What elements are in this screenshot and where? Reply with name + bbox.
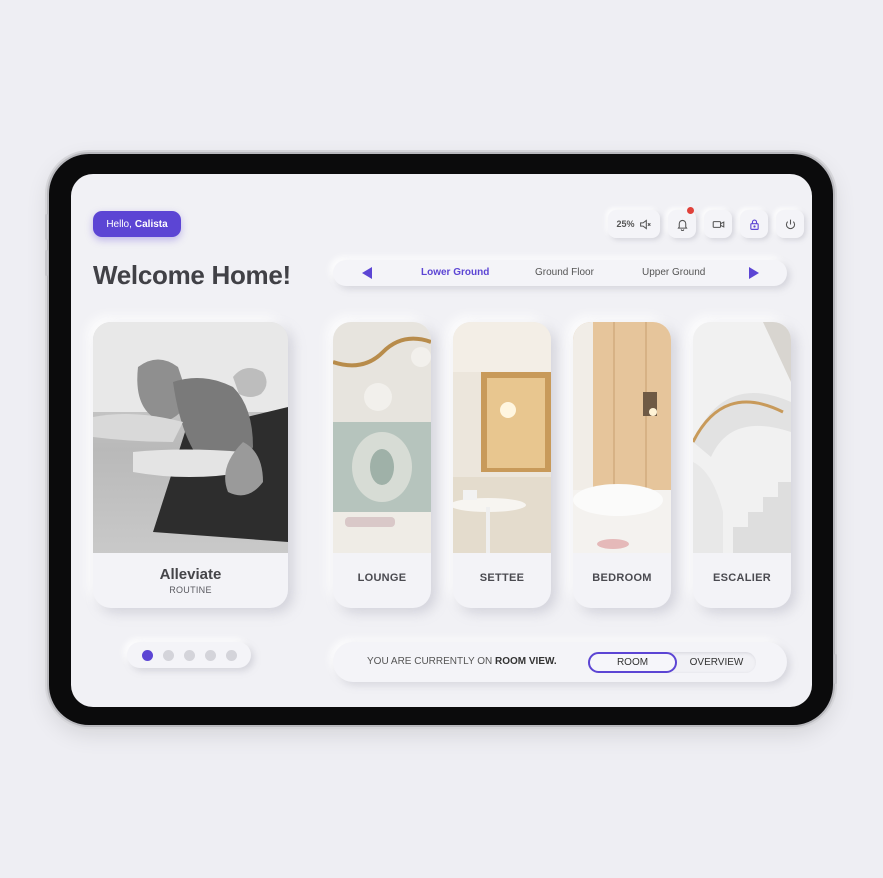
floor-lower-ground[interactable]: Lower Ground — [421, 267, 489, 278]
bell-icon — [676, 219, 688, 231]
lounge-photo — [333, 322, 431, 553]
room-label: LOUNGE — [357, 572, 407, 584]
video-camera-icon — [712, 220, 724, 228]
greeting-prefix: Hello, — [106, 218, 132, 230]
carousel-dot[interactable] — [183, 649, 195, 661]
carousel-dot[interactable] — [225, 649, 237, 661]
volume-button[interactable]: 25% — [608, 210, 660, 238]
top-controls: 25% — [608, 207, 804, 238]
view-toggle: ROOM OVERVIEW — [588, 652, 756, 673]
room-card-settee[interactable]: SETTEE — [453, 322, 551, 608]
routine-title: Alleviate — [159, 566, 222, 583]
routine-photo — [93, 322, 288, 553]
status-text: YOU ARE CURRENTLY ON ROOM VIEW. — [367, 656, 557, 667]
room-label: ESCALIER — [712, 572, 772, 584]
floor-ground-floor[interactable]: Ground Floor — [535, 267, 594, 278]
floor-upper-ground[interactable]: Upper Ground — [642, 267, 705, 278]
routine-subtitle: ROUTINE — [169, 585, 212, 595]
routine-card[interactable]: Alleviate ROUTINE — [93, 322, 288, 608]
notification-dot — [687, 207, 694, 214]
bedroom-photo — [573, 322, 671, 553]
escalier-photo — [693, 322, 791, 553]
lock-icon — [749, 218, 759, 230]
carousel-dot[interactable] — [204, 649, 216, 661]
volume-level: 25% — [616, 219, 635, 229]
room-card-lounge[interactable]: LOUNGE — [333, 322, 431, 608]
status-view: ROOM VIEW. — [495, 656, 557, 667]
view-status-bar: YOU ARE CURRENTLY ON ROOM VIEW. ROOM OVE… — [333, 642, 787, 682]
room-label: BEDROOM — [592, 572, 652, 584]
speaker-icon — [639, 218, 651, 230]
carousel-dot[interactable] — [162, 649, 174, 661]
next-floor-arrow-icon[interactable] — [749, 267, 759, 279]
previous-floor-arrow-icon[interactable] — [362, 267, 372, 279]
power-icon — [785, 219, 795, 229]
carousel-dots — [127, 642, 251, 668]
power-button[interactable] — [776, 210, 804, 238]
camera-button[interactable] — [704, 210, 732, 238]
floor-selector: Lower Ground Ground Floor Upper Ground — [333, 260, 787, 286]
side-button — [834, 654, 837, 684]
overview-button[interactable]: OVERVIEW — [677, 652, 756, 673]
room-label: SETTEE — [479, 572, 525, 584]
room-view-button[interactable]: ROOM — [588, 652, 677, 673]
settee-photo — [453, 322, 551, 553]
user-name: Calista — [134, 218, 168, 230]
side-button — [45, 250, 48, 276]
tablet-frame: Hello, Calista Welcome Home! 25% Lower G… — [45, 154, 837, 725]
lock-button[interactable] — [740, 210, 768, 238]
screen: Hello, Calista Welcome Home! 25% Lower G… — [71, 174, 812, 707]
notifications-button[interactable] — [668, 207, 696, 238]
side-button — [45, 214, 48, 240]
page-title: Welcome Home! — [93, 260, 291, 290]
status-prefix: YOU ARE CURRENTLY ON — [367, 656, 493, 667]
room-card-escalier[interactable]: ESCALIER — [693, 322, 791, 608]
greeting-badge[interactable]: Hello, Calista — [93, 211, 181, 237]
room-card-bedroom[interactable]: BEDROOM — [573, 322, 671, 608]
carousel-dot[interactable] — [141, 649, 153, 661]
